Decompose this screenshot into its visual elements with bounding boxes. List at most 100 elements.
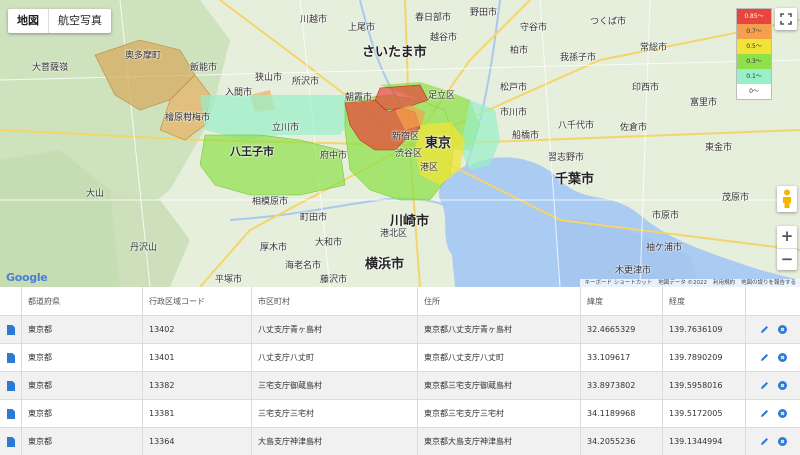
- label-tokorozawa: 所沢市: [292, 77, 320, 87]
- document-icon: [7, 436, 15, 447]
- map-type-satellite-button[interactable]: 航空写真: [48, 9, 111, 33]
- document-icon: [7, 380, 15, 391]
- label-tsukuba: つくば市: [590, 17, 627, 27]
- keyboard-shortcuts-link[interactable]: キーボード ショートカット: [584, 279, 652, 287]
- cell-prefecture: 東京都: [22, 400, 143, 427]
- pegman-icon: [783, 189, 791, 208]
- close-circle-icon: [777, 381, 787, 390]
- report-error-link[interactable]: 地図の誤りを報告する: [741, 279, 796, 287]
- street-view-pegman-button[interactable]: [777, 186, 797, 212]
- label-moriya: 守谷市: [520, 23, 548, 33]
- cell-code: 13402: [143, 316, 252, 343]
- edit-button[interactable]: [760, 325, 769, 334]
- label-tanzawa: 丹沢山: [130, 243, 158, 253]
- edit-button[interactable]: [760, 437, 769, 446]
- col-header-longitude[interactable]: 経度: [663, 287, 746, 315]
- legend-item: 0.3～: [737, 54, 771, 69]
- label-tomisato: 富里市: [690, 98, 718, 108]
- label-fujisawa: 藤沢市: [320, 275, 348, 285]
- cell-address: 東京都八丈支庁八丈町: [418, 344, 581, 371]
- cell-prefecture: 東京都: [22, 316, 143, 343]
- label-yachiyo: 八千代市: [558, 121, 595, 131]
- delete-button[interactable]: [777, 381, 787, 390]
- table-row[interactable]: 東京都 13382 三宅支庁御蔵島村 東京都三宅支庁御蔵島村 33.897380…: [0, 372, 800, 400]
- edit-button[interactable]: [760, 381, 769, 390]
- label-machida: 町田市: [300, 213, 328, 223]
- label-sayama: 狭山市: [255, 73, 283, 83]
- col-header-prefecture[interactable]: 都道府県: [22, 287, 143, 315]
- delete-button[interactable]: [777, 409, 787, 418]
- cell-longitude: 139.7636109: [663, 316, 746, 343]
- map-type-roadmap-button[interactable]: 地図: [8, 9, 48, 33]
- label-ichikawa: 市川市: [500, 108, 528, 118]
- document-icon: [7, 352, 15, 363]
- label-oyama: 大山: [86, 189, 105, 199]
- label-hanno: 飯能市: [190, 63, 218, 73]
- table-row[interactable]: 東京都 13381 三宅支庁三宅村 東京都三宅支庁三宅村 34.1189968 …: [0, 400, 800, 428]
- map-view[interactable]: さいたま市 東京 千葉市 川崎市 横浜市 八王子市 相模原市 足立区 新宿区 渋…: [0, 0, 800, 287]
- label-matsudo: 松戸市: [500, 83, 528, 93]
- legend-item: 0.1～: [737, 69, 771, 84]
- label-sodegaura: 袖ケ浦市: [646, 243, 683, 253]
- close-circle-icon: [777, 437, 787, 446]
- label-kasukabe: 春日部市: [415, 13, 452, 23]
- cell-latitude: 34.2055236: [581, 428, 663, 455]
- cell-latitude: 34.1189968: [581, 400, 663, 427]
- col-header-code[interactable]: 行政区域コード: [143, 287, 252, 315]
- label-sagamihara: 相模原市: [252, 197, 289, 207]
- label-kohoku: 港北区: [380, 229, 408, 239]
- label-abiko: 我孫子市: [560, 53, 597, 63]
- legend: 0.85～ 0.7～ 0.5～ 0.3～ 0.1～ 0～: [736, 8, 772, 100]
- legend-item: 0.7～: [737, 24, 771, 39]
- cell-city: 八丈支庁八丈町: [252, 344, 418, 371]
- table-row[interactable]: 東京都 13401 八丈支庁八丈町 東京都八丈支庁八丈町 33.109617 1…: [0, 344, 800, 372]
- label-tokyo: 東京: [425, 136, 452, 151]
- label-inzai: 印西市: [632, 83, 660, 93]
- label-okutama: 奥多摩町: [125, 51, 162, 61]
- close-circle-icon: [777, 325, 787, 334]
- label-kisarazu: 木更津市: [615, 266, 652, 276]
- label-koshigaya: 越谷市: [430, 33, 458, 43]
- table-row[interactable]: 東京都 13402 八丈支庁青ヶ島村 東京都八丈支庁青ヶ島村 32.466532…: [0, 316, 800, 344]
- label-iruma: 入間市: [225, 88, 253, 98]
- delete-button[interactable]: [777, 325, 787, 334]
- label-joso: 常総市: [640, 43, 668, 53]
- label-narashino: 習志野市: [548, 153, 585, 163]
- col-header-address[interactable]: 住所: [418, 287, 581, 315]
- col-header-city[interactable]: 市区町村: [252, 287, 418, 315]
- map-type-control: 地図 航空写真: [8, 9, 111, 33]
- label-shinjuku: 新宿区: [392, 132, 420, 142]
- delete-button[interactable]: [777, 353, 787, 362]
- zoom-out-button[interactable]: −: [777, 248, 797, 270]
- cell-prefecture: 東京都: [22, 372, 143, 399]
- document-icon: [7, 324, 15, 335]
- table-row[interactable]: 東京都 13364 大島支庁神津島村 東京都大島支庁神津島村 34.205523…: [0, 428, 800, 455]
- label-chiba: 千葉市: [555, 172, 595, 187]
- label-ageo: 上尾市: [348, 23, 376, 33]
- cell-latitude: 33.109617: [581, 344, 663, 371]
- cell-city: 大島支庁神津島村: [252, 428, 418, 455]
- close-circle-icon: [777, 353, 787, 362]
- label-shibuya: 渋谷区: [395, 149, 423, 159]
- terms-link[interactable]: 利用規約: [713, 279, 735, 287]
- cell-longitude: 139.1344994: [663, 428, 746, 455]
- label-kashiwa: 柏市: [510, 46, 529, 56]
- label-hinohara: 檜原村: [165, 113, 193, 123]
- label-saitama: さいたま市: [362, 45, 427, 60]
- label-tachikawa: 立川市: [272, 123, 300, 133]
- close-circle-icon: [777, 409, 787, 418]
- label-yamato: 大和市: [315, 238, 343, 248]
- col-header-latitude[interactable]: 緯度: [581, 287, 663, 315]
- delete-button[interactable]: [777, 437, 787, 446]
- cell-code: 13364: [143, 428, 252, 455]
- cell-address: 東京都三宅支庁御蔵島村: [418, 372, 581, 399]
- edit-button[interactable]: [760, 353, 769, 362]
- zoom-in-button[interactable]: +: [777, 226, 797, 248]
- edit-button[interactable]: [760, 409, 769, 418]
- label-fuchu: 府中市: [320, 151, 348, 161]
- cell-city: 八丈支庁青ヶ島村: [252, 316, 418, 343]
- cell-address: 東京都大島支庁神津島村: [418, 428, 581, 455]
- fullscreen-button[interactable]: [775, 8, 797, 30]
- cell-longitude: 139.7890209: [663, 344, 746, 371]
- cell-latitude: 33.8973802: [581, 372, 663, 399]
